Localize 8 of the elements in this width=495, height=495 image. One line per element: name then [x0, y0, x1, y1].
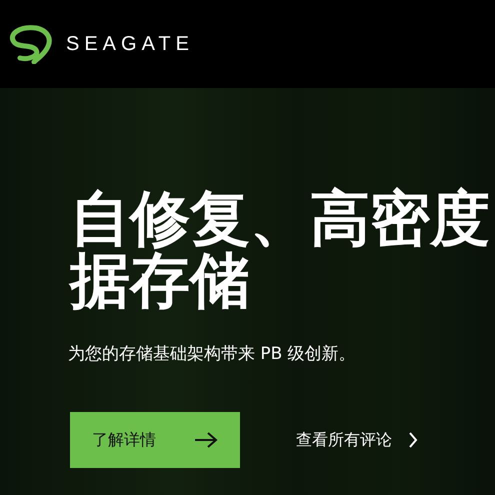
learn-more-button[interactable]: 了解详情: [70, 412, 240, 468]
logo-text: SEAGATE: [66, 32, 194, 57]
reviews-link[interactable]: 查看所有评论: [296, 428, 418, 452]
arrow-right-icon: [194, 430, 218, 448]
headline-line: 据存储: [70, 250, 251, 312]
hero-subtitle: 为您的存储基础架构带来 PB 级创新。: [68, 343, 357, 366]
chevron-right-icon: [408, 430, 418, 448]
headline-line: 自修复、高密度: [70, 188, 491, 250]
